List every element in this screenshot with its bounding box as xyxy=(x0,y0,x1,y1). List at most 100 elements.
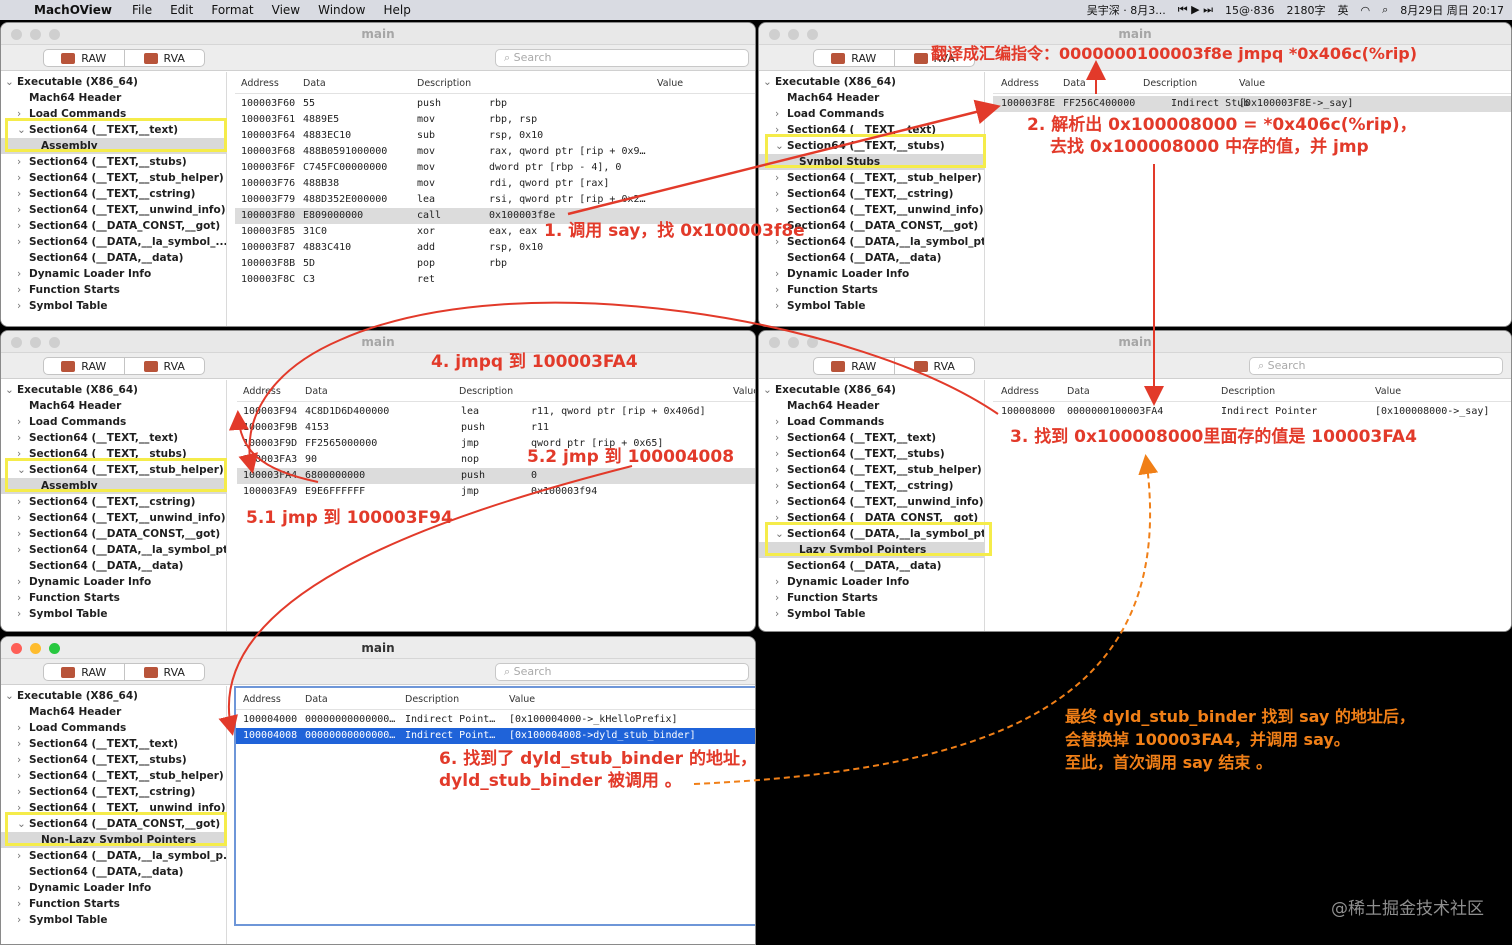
close-button[interactable] xyxy=(11,29,22,40)
search-icon[interactable]: ⌕ xyxy=(1382,3,1388,17)
window-text-section[interactable]: main RAW RVA ⌕ Search ⌄ Executable (X86_64… xyxy=(0,22,756,327)
view-mode-segmented[interactable]: RAW RVA xyxy=(43,49,205,67)
table-row[interactable]: 100003F79 488D352E000000 lea rsi, qword ptr… xyxy=(235,192,755,208)
tree-item[interactable]: Section64 (__DATA,__data) xyxy=(759,250,984,266)
tree-item[interactable]: › Load Commands xyxy=(1,414,226,430)
raw-button[interactable]: RAW xyxy=(814,358,894,374)
tree-item[interactable]: › Dynamic Loader Info xyxy=(759,574,984,590)
tree-item[interactable]: Mach64 Header xyxy=(1,90,226,106)
tree-item[interactable]: › Symbol Table xyxy=(759,606,984,622)
detail-table[interactable]: Address Data Description Value 100003F60 55 p… xyxy=(235,72,755,326)
view-mode-segmented[interactable]: RAW RVA xyxy=(813,357,975,375)
wifi-icon[interactable]: ◠ xyxy=(1361,4,1371,17)
tree-item[interactable]: ⌄ Executable (X86_64) xyxy=(1,382,226,398)
close-button[interactable] xyxy=(769,337,780,348)
zoom-button[interactable] xyxy=(49,337,60,348)
table-row[interactable]: 100003F8E FF256C400000 Indirect Stub [0x100… xyxy=(993,96,1511,112)
zoom-button[interactable] xyxy=(807,29,818,40)
detail-table[interactable]: Address Data Description Value 100008000 000… xyxy=(993,380,1511,631)
tree-item[interactable]: › Section64 (__TEXT,__stubs) xyxy=(1,752,226,768)
tree-item[interactable]: › Section64 (__TEXT,__cstring) xyxy=(759,186,984,202)
window-titlebar[interactable]: main xyxy=(1,637,755,659)
rva-button[interactable]: RVA xyxy=(893,358,975,374)
menu-help[interactable]: Help xyxy=(383,3,410,17)
table-row[interactable]: 100004000 00000000000000… Indirect Point…[… xyxy=(236,712,755,728)
tree-item[interactable]: Section64 (__DATA,__data) xyxy=(1,558,226,574)
zoom-button[interactable] xyxy=(807,337,818,348)
tree-item[interactable]: › Load Commands xyxy=(759,414,984,430)
tree-item[interactable]: › Section64 (__TEXT,__stub_helper) xyxy=(1,768,226,784)
view-mode-segmented[interactable]: RAW RVA xyxy=(43,663,205,681)
tree-item[interactable]: › Load Commands xyxy=(759,106,984,122)
table-row[interactable]: 100003F76 488B38 mov rdi, qword ptr [rax] xyxy=(235,176,755,192)
zoom-button[interactable] xyxy=(49,643,60,654)
tree-item[interactable]: › Function Starts xyxy=(759,282,984,298)
tree-item[interactable]: › Function Starts xyxy=(759,590,984,606)
window-titlebar[interactable]: main xyxy=(1,331,755,353)
tree-item[interactable]: › Function Starts xyxy=(1,896,226,912)
menu-edit[interactable]: Edit xyxy=(170,3,193,17)
tree-item[interactable]: › Section64 (__TEXT,__text) xyxy=(1,736,226,752)
search-input[interactable]: ⌕ Search xyxy=(495,49,749,67)
menu-format[interactable]: Format xyxy=(211,3,253,17)
tree-item[interactable]: Section64 (__DATA,__data) xyxy=(759,558,984,574)
menu-window[interactable]: Window xyxy=(318,3,365,17)
window-titlebar[interactable]: main xyxy=(759,23,1511,45)
tree-item[interactable]: › Section64 (__TEXT,__text) xyxy=(759,430,984,446)
tree-item[interactable]: Section64 (__DATA,__data) xyxy=(1,250,226,266)
table-row[interactable]: 100008000 0000000100003FA4 Indirect Pointe… xyxy=(993,404,1511,420)
view-mode-segmented[interactable]: RAW RVA xyxy=(43,357,205,375)
section-tree[interactable]: ⌄ Executable (X86_64) Mach64 Header › Load… xyxy=(1,380,227,631)
table-row[interactable]: 100003F8B 5D pop rbp xyxy=(235,256,755,272)
tree-item[interactable]: › Section64 (__TEXT,__stubs) xyxy=(1,154,226,170)
tree-item[interactable]: Section64 (__DATA,__data) xyxy=(1,864,226,880)
table-row[interactable]: 100003FA9 E9E6FFFFFF jmp 0x100003f94 xyxy=(237,484,755,500)
tree-item[interactable]: Mach64 Header xyxy=(1,398,226,414)
table-row[interactable]: 100003F8C C3 ret xyxy=(235,272,755,288)
tree-item[interactable]: › Section64 (__TEXT,__unwind_info) xyxy=(759,202,984,218)
table-row[interactable]: 100003FA4 6800000000 push 0 xyxy=(237,468,755,484)
tree-item[interactable]: › Function Starts xyxy=(1,590,226,606)
table-row[interactable]: 100003F6F C745FC00000000 mov dword ptr [rbp… xyxy=(235,160,755,176)
menu-view[interactable]: View xyxy=(272,3,300,17)
tree-item[interactable]: › Section64 (__TEXT,__cstring) xyxy=(1,494,226,510)
table-row[interactable]: 100003F87 4883C410 add rsp, 0x10 xyxy=(235,240,755,256)
menu-file[interactable]: File xyxy=(132,3,152,17)
zoom-button[interactable] xyxy=(49,29,60,40)
tree-item[interactable]: › Dynamic Loader Info xyxy=(1,574,226,590)
section-tree[interactable]: ⌄ Executable (X86_64) Mach64 Header › Load… xyxy=(1,72,227,326)
input-method-icon[interactable]: 英 xyxy=(1338,2,1349,18)
tree-item[interactable]: › Section64 (__TEXT,__cstring) xyxy=(1,186,226,202)
raw-button[interactable]: RAW xyxy=(44,664,124,680)
tree-item[interactable]: › Dynamic Loader Info xyxy=(1,266,226,282)
window-stubs-section[interactable]: main RAW RVA ⌄ Executable (X86_64) Mach64 … xyxy=(758,22,1512,327)
window-la-symbol-ptr-section[interactable]: main RAW RVA ⌕ Search ⌄ Executable (X86_64… xyxy=(758,330,1512,632)
tree-item[interactable]: › Symbol Table xyxy=(759,298,984,314)
table-row[interactable]: 100003F64 4883EC10 sub rsp, 0x10 xyxy=(235,128,755,144)
tree-item[interactable]: › Section64 (__DATA,__la_symbol_... xyxy=(1,234,226,250)
close-button[interactable] xyxy=(11,337,22,348)
tree-item[interactable]: › Dynamic Loader Info xyxy=(1,880,226,896)
detail-table[interactable]: AddressDataDescriptionValue 100003F94 4C8… xyxy=(237,380,755,631)
rva-button[interactable]: RVA xyxy=(123,50,205,66)
close-button[interactable] xyxy=(11,643,22,654)
tree-item[interactable]: ⌄ Executable (X86_64) xyxy=(759,382,984,398)
tree-item[interactable]: › Function Starts xyxy=(1,282,226,298)
status-music[interactable]: 吴宇深 · 8月3... xyxy=(1087,2,1166,18)
status-clock[interactable]: 8月29日 周日 20:17 xyxy=(1400,2,1504,18)
app-menu[interactable]: MachOView xyxy=(34,3,112,17)
table-row[interactable]: 100003F9B 4153 push r11 xyxy=(237,420,755,436)
tree-item[interactable]: › Section64 (__TEXT,__unwind_info) xyxy=(759,494,984,510)
minimize-button[interactable] xyxy=(30,29,41,40)
table-row-selected[interactable]: 100004008 00000000000000… Indirect Point…[… xyxy=(236,728,755,744)
tree-item[interactable]: › Section64 (__DATA_CONST,__got) xyxy=(1,218,226,234)
tree-item[interactable]: ⌄ Executable (X86_64) xyxy=(759,74,984,90)
tree-item[interactable]: › Dynamic Loader Info xyxy=(759,266,984,282)
tree-item[interactable]: ⌄ Executable (X86_64) xyxy=(1,688,226,704)
status-network-speed[interactable]: 15@·836 xyxy=(1225,4,1275,17)
window-titlebar[interactable]: main xyxy=(1,23,755,45)
tree-item[interactable]: › Section64 (__TEXT,__stub_helper) xyxy=(759,170,984,186)
minimize-button[interactable] xyxy=(30,337,41,348)
search-input[interactable]: ⌕ Search xyxy=(495,663,749,681)
tree-item[interactable]: › Section64 (__TEXT,__unwind_info) xyxy=(1,202,226,218)
